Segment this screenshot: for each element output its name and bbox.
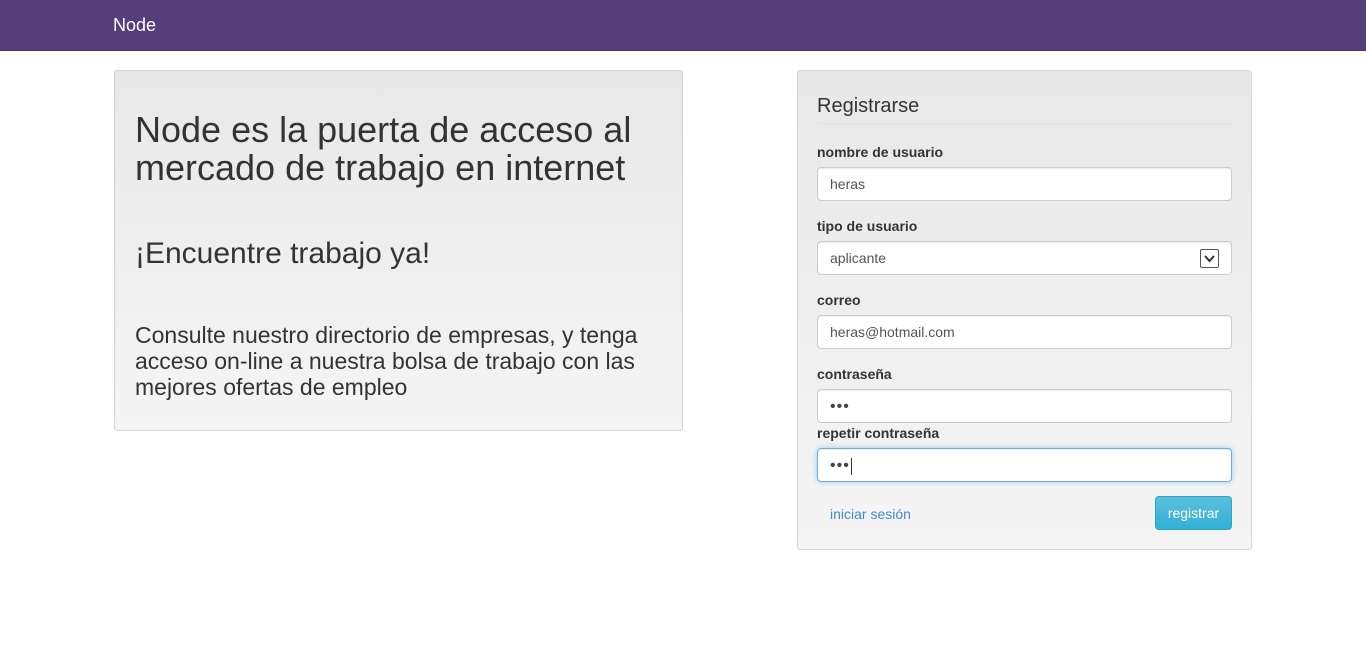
- login-link[interactable]: iniciar sesión: [830, 506, 911, 522]
- email-input[interactable]: heras@hotmail.com: [817, 315, 1232, 349]
- hero-subtitle: ¡Encuentre trabajo ya!: [135, 237, 431, 270]
- register-title: Registrarse: [817, 95, 920, 117]
- user-type-label: tipo de usuario: [817, 218, 918, 234]
- username-input[interactable]: heras: [817, 167, 1232, 201]
- brand-link[interactable]: Node: [113, 14, 156, 36]
- repeat-password-input[interactable]: •••: [817, 448, 1232, 482]
- hero-panel: Node es la puerta de acceso al mercado d…: [114, 70, 683, 431]
- hero-description: Consulte nuestro directorio de empresas,…: [135, 322, 638, 400]
- email-label: correo: [817, 292, 861, 308]
- hero-title: Node es la puerta de acceso al mercado d…: [135, 109, 632, 188]
- register-button[interactable]: registrar: [1155, 496, 1232, 530]
- user-type-select[interactable]: aplicante: [817, 241, 1232, 275]
- user-type-value: aplicante: [830, 250, 887, 266]
- repeat-password-label: repetir contraseña: [817, 425, 940, 441]
- username-value: heras: [830, 176, 866, 192]
- text-caret: [850, 457, 852, 475]
- register-panel: Registrarse nombre de usuario heras tipo…: [797, 70, 1252, 550]
- password-label: contraseña: [817, 366, 892, 382]
- repeat-password-value: •••: [830, 457, 850, 474]
- chevron-down-icon[interactable]: [1200, 249, 1219, 268]
- title-divider: [817, 123, 1232, 124]
- username-label: nombre de usuario: [817, 144, 944, 160]
- password-value: •••: [830, 398, 850, 415]
- top-navbar: Node: [0, 0, 1366, 51]
- email-value: heras@hotmail.com: [830, 324, 955, 340]
- password-input[interactable]: •••: [817, 389, 1232, 423]
